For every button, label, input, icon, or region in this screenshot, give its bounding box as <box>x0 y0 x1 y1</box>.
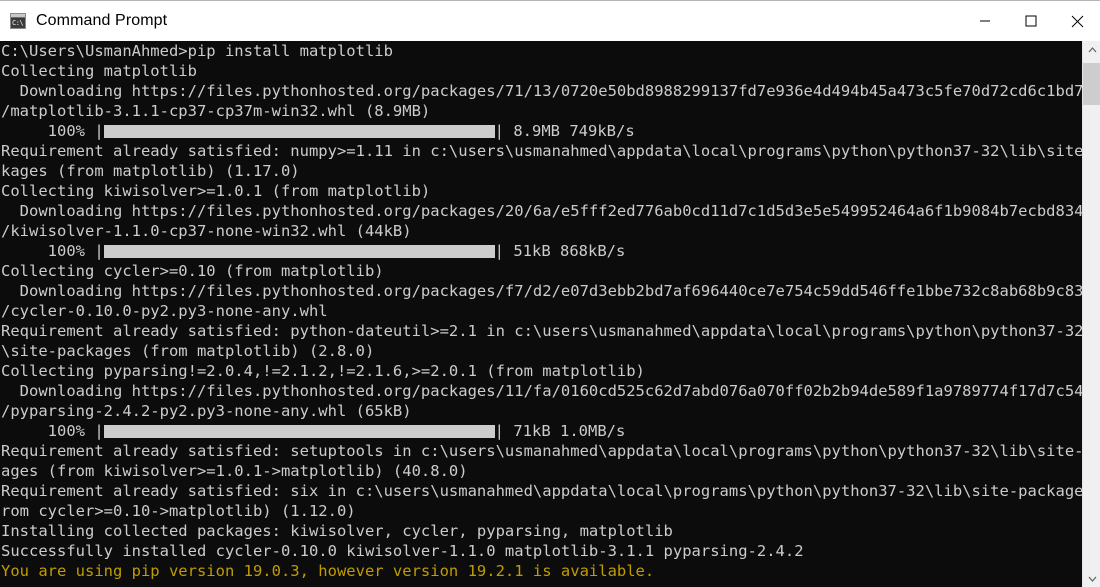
console-line: /kiwisolver-1.1.0-cp37-none-win32.whl (4… <box>1 222 412 240</box>
close-icon <box>1071 15 1083 27</box>
console-line: Downloading https://files.pythonhosted.o… <box>1 382 1082 400</box>
console-line: Installing collected packages: kiwisolve… <box>1 522 673 540</box>
console-scrollbar[interactable] <box>1082 41 1100 587</box>
progress-bar-row: 100% | | 8.9MB 749kB/s <box>1 121 1082 141</box>
progress-percent: 100% | <box>1 422 104 440</box>
command-prompt-icon[interactable]: C:\. <box>10 12 26 29</box>
console-line: Requirement already satisfied: setuptool… <box>1 442 1082 460</box>
console-line: Collecting cycler>=0.10 (from matplotlib… <box>1 262 384 280</box>
console-line: Downloading https://files.pythonhosted.o… <box>1 282 1082 300</box>
console-line: Requirement already satisfied: python-da… <box>1 322 1082 340</box>
minimize-button[interactable] <box>962 1 1008 41</box>
console-line: \site-packages (from matplotlib) (2.8.0) <box>1 342 375 360</box>
close-button[interactable] <box>1054 1 1100 41</box>
progress-fill <box>103 245 495 258</box>
console-line: Downloading https://files.pythonhosted.o… <box>1 202 1082 220</box>
console-line: /matplotlib-3.1.1-cp37-cp37m-win32.whl (… <box>1 102 431 120</box>
chevron-up-icon <box>1088 47 1096 53</box>
console-line: /cycler-0.10.0-py2.py3-none-any.whl <box>1 302 328 320</box>
progress-stats: | 8.9MB 749kB/s <box>494 122 635 140</box>
console-warning-line: You are using pip version 19.0.3, howeve… <box>1 562 655 580</box>
scroll-thumb[interactable] <box>1083 63 1100 105</box>
console-text: C:\Users\UsmanAhmed>pip install matplotl… <box>0 41 1082 581</box>
console-line: Successfully installed cycler-0.10.0 kiw… <box>1 542 804 560</box>
icon-prompt-glyph: C:\. <box>12 18 24 27</box>
command-prompt-window: C:\. Command Prompt C:\Use <box>0 0 1100 587</box>
scroll-down-arrow[interactable] <box>1083 570 1100 587</box>
progress-fill <box>103 125 495 138</box>
console-line: ages (from kiwisolver>=1.0.1->matplotlib… <box>1 462 468 480</box>
progress-stats: | 51kB 868kB/s <box>494 242 626 260</box>
console-line: Collecting matplotlib <box>1 62 197 80</box>
console-line: Requirement already satisfied: six in c:… <box>1 482 1082 500</box>
progress-percent: 100% | <box>1 122 104 140</box>
console-line: kages (from matplotlib) (1.17.0) <box>1 162 300 180</box>
progress-fill <box>103 425 495 438</box>
maximize-button[interactable] <box>1008 1 1054 41</box>
console-line: Collecting kiwisolver>=1.0.1 (from matpl… <box>1 182 431 200</box>
minimize-icon <box>980 20 990 22</box>
progress-stats: | 71kB 1.0MB/s <box>494 422 626 440</box>
console-line: Collecting pyparsing!=2.0.4,!=2.1.2,!=2.… <box>1 362 645 380</box>
console-line: /pyparsing-2.4.2-py2.py3-none-any.whl (6… <box>1 402 412 420</box>
window-title: Command Prompt <box>36 11 168 29</box>
maximize-icon <box>1025 15 1037 27</box>
console-line: Downloading https://files.pythonhosted.o… <box>1 82 1082 100</box>
console-line: rom cycler>=0.10->matplotlib) (1.12.0) <box>1 502 356 520</box>
progress-percent: 100% | <box>1 242 104 260</box>
progress-bar-row: 100% | | 51kB 868kB/s <box>1 241 1082 261</box>
progress-bar-row: 100% | | 71kB 1.0MB/s <box>1 421 1082 441</box>
console-output-area[interactable]: C:\Users\UsmanAhmed>pip install matplotl… <box>0 41 1100 587</box>
window-controls <box>962 1 1100 41</box>
chevron-down-icon <box>1088 576 1096 582</box>
scroll-up-arrow[interactable] <box>1083 41 1100 59</box>
icon-titlebar-stripe <box>11 13 25 18</box>
console-line: Requirement already satisfied: numpy>=1.… <box>1 142 1082 160</box>
title-bar[interactable]: C:\. Command Prompt <box>0 1 1100 41</box>
console-line: C:\Users\UsmanAhmed>pip install matplotl… <box>1 42 393 60</box>
